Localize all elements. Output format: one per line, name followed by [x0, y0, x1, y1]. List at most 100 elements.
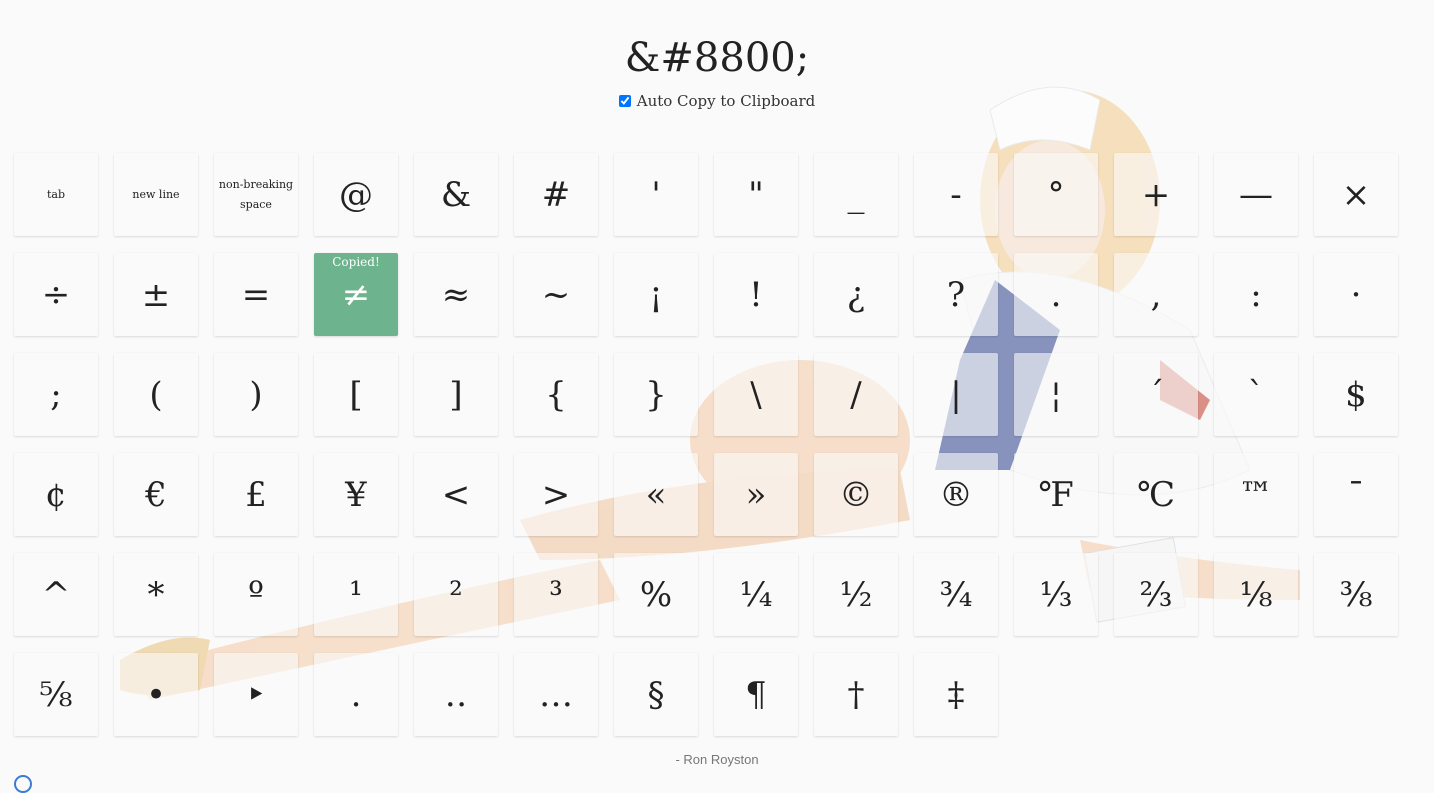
- symbol-key[interactable]: .: [1014, 253, 1098, 336]
- symbol-key[interactable]: ‥: [414, 653, 498, 736]
- symbol-key[interactable]: ․: [314, 653, 398, 736]
- symbol-key-grid: tab new line non-breaking space @ & # ' " _ - ° + — ×…: [14, 153, 1398, 736]
- symbol-glyph: -: [950, 174, 962, 215]
- symbol-glyph: new line: [132, 187, 180, 201]
- symbol-key[interactable]: ≈: [414, 253, 498, 336]
- symbol-glyph: ¡: [649, 274, 663, 315]
- symbol-key[interactable]: !: [714, 253, 798, 336]
- symbol-key[interactable]: ": [714, 153, 798, 236]
- symbol-key[interactable]: %: [614, 553, 698, 636]
- symbol-key[interactable]: `: [1214, 353, 1298, 436]
- symbol-key[interactable]: ⅜: [1314, 553, 1398, 636]
- symbol-key[interactable]: ²: [414, 553, 498, 636]
- symbol-key[interactable]: ‣: [214, 653, 298, 736]
- symbol-key[interactable]: }: [614, 353, 698, 436]
- symbol-key[interactable]: ®: [914, 453, 998, 536]
- symbol-glyph: ⅔: [1139, 574, 1173, 615]
- symbol-key[interactable]: §: [614, 653, 698, 736]
- symbol-glyph: %: [639, 574, 673, 615]
- symbol-key[interactable]: /: [814, 353, 898, 436]
- auto-copy-checkbox[interactable]: [618, 95, 631, 107]
- symbol-glyph: <: [441, 474, 471, 515]
- symbol-key[interactable]: †: [814, 653, 898, 736]
- symbol-key[interactable]: ¢: [14, 453, 98, 536]
- symbol-key[interactable]: ]: [414, 353, 498, 436]
- symbol-glyph: ³: [549, 574, 563, 615]
- symbol-key[interactable]: &: [414, 153, 498, 236]
- symbol-key[interactable]: ©: [814, 453, 898, 536]
- corner-badge-icon[interactable]: [14, 775, 32, 793]
- symbol-glyph: ¹: [349, 574, 363, 615]
- auto-copy-option[interactable]: Auto Copy to Clipboard: [0, 92, 1434, 110]
- symbol-key[interactable]: •: [114, 653, 198, 736]
- symbol-glyph: |: [950, 374, 962, 415]
- symbol-key[interactable]: ): [214, 353, 298, 436]
- symbol-key[interactable]: new line: [114, 153, 198, 236]
- symbol-key[interactable]: ¥: [314, 453, 398, 536]
- symbol-key[interactable]: ¼: [714, 553, 798, 636]
- symbol-key[interactable]: :: [1214, 253, 1298, 336]
- symbol-key[interactable]: °: [1014, 153, 1098, 236]
- symbol-key[interactable]: ¾: [914, 553, 998, 636]
- symbol-key[interactable]: ⅛: [1214, 553, 1298, 636]
- symbol-key[interactable]: —: [1214, 153, 1298, 236]
- symbol-key[interactable]: ℃: [1114, 453, 1198, 536]
- symbol-key[interactable]: ™: [1214, 453, 1298, 536]
- symbol-key[interactable]: {: [514, 353, 598, 436]
- symbol-key[interactable]: «: [614, 453, 698, 536]
- symbol-key[interactable]: +: [1114, 153, 1198, 236]
- symbol-key[interactable]: tab: [14, 153, 98, 236]
- symbol-key[interactable]: ^: [14, 553, 98, 636]
- symbol-key[interactable]: -: [914, 153, 998, 236]
- symbol-key[interactable]: ‡: [914, 653, 998, 736]
- symbol-key[interactable]: €: [114, 453, 198, 536]
- auto-copy-label: Auto Copy to Clipboard: [636, 92, 816, 110]
- symbol-glyph: †: [847, 674, 865, 715]
- symbol-key[interactable]: $: [1314, 353, 1398, 436]
- symbol-key[interactable]: >: [514, 453, 598, 536]
- symbol-key[interactable]: »: [714, 453, 798, 536]
- symbol-key[interactable]: \: [714, 353, 798, 436]
- symbol-key[interactable]: *: [114, 553, 198, 636]
- symbol-key[interactable]: ': [614, 153, 698, 236]
- symbol-key[interactable]: =: [214, 253, 298, 336]
- symbol-key[interactable]: ÷: [14, 253, 98, 336]
- symbol-key[interactable]: ⅝: [14, 653, 98, 736]
- symbol-glyph: ·: [1350, 274, 1362, 315]
- symbol-glyph: €: [145, 474, 167, 515]
- symbol-key[interactable]: [: [314, 353, 398, 436]
- symbol-key[interactable]: _: [814, 153, 898, 236]
- symbol-key[interactable]: ¦: [1014, 353, 1098, 436]
- symbol-key[interactable]: ¿: [814, 253, 898, 336]
- symbol-key[interactable]: ⅔: [1114, 553, 1198, 636]
- symbol-glyph: ,: [1150, 274, 1162, 315]
- symbol-key[interactable]: ¶: [714, 653, 798, 736]
- symbol-key[interactable]: ;: [14, 353, 98, 436]
- symbol-key[interactable]: …: [514, 653, 598, 736]
- symbol-key[interactable]: @: [314, 153, 398, 236]
- symbol-key[interactable]: (: [114, 353, 198, 436]
- symbol-key[interactable]: ±: [114, 253, 198, 336]
- symbol-key[interactable]: ¡: [614, 253, 698, 336]
- symbol-key[interactable]: ?: [914, 253, 998, 336]
- symbol-key[interactable]: <: [414, 453, 498, 536]
- symbol-key[interactable]: ´: [1114, 353, 1198, 436]
- symbol-key[interactable]: ~: [514, 253, 598, 336]
- symbol-key[interactable]: º: [214, 553, 298, 636]
- symbol-key[interactable]: ¯: [1314, 453, 1398, 536]
- symbol-key[interactable]: ℉: [1014, 453, 1098, 536]
- symbol-glyph: non-breaking space: [218, 177, 294, 211]
- symbol-key[interactable]: £: [214, 453, 298, 536]
- symbol-key[interactable]: ½: [814, 553, 898, 636]
- symbol-key[interactable]: ,: [1114, 253, 1198, 336]
- symbol-key[interactable]: |: [914, 353, 998, 436]
- symbol-key[interactable]: ⅓: [1014, 553, 1098, 636]
- symbol-glyph: ℉: [1038, 474, 1074, 515]
- symbol-key[interactable]: #: [514, 153, 598, 236]
- symbol-key[interactable]: ¹: [314, 553, 398, 636]
- symbol-key[interactable]: Copied! ≠: [314, 253, 398, 336]
- symbol-key[interactable]: ³: [514, 553, 598, 636]
- symbol-key[interactable]: non-breaking space: [214, 153, 298, 236]
- symbol-key[interactable]: ·: [1314, 253, 1398, 336]
- symbol-key[interactable]: ×: [1314, 153, 1398, 236]
